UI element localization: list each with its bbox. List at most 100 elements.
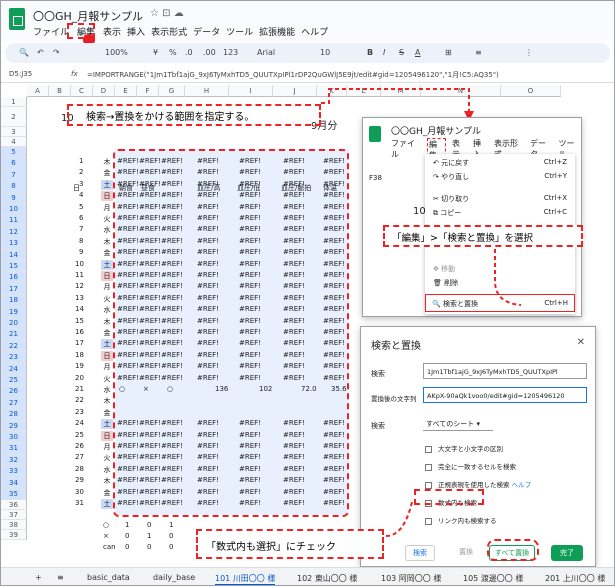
row-header[interactable]: 29 bbox=[1, 420, 27, 432]
tab-103[interactable]: 103 阿岡〇〇 様 bbox=[381, 573, 441, 584]
row-header[interactable]: 22 bbox=[1, 340, 27, 353]
search-menus-icon[interactable]: 🔍 bbox=[19, 48, 29, 57]
doc-title[interactable]: 〇〇GH_月報サンプル bbox=[33, 8, 143, 24]
row-header[interactable]: 4 bbox=[1, 137, 27, 147]
column-header[interactable]: O bbox=[501, 85, 561, 97]
text-color-icon[interactable]: A bbox=[415, 48, 420, 57]
row-header[interactable]: 21 bbox=[1, 329, 27, 341]
column-header[interactable]: D bbox=[93, 85, 115, 97]
row-header[interactable]: 3 bbox=[1, 127, 27, 137]
percent-button[interactable]: % bbox=[169, 48, 177, 57]
replace-input[interactable]: AKpX-90aQk1voo0/edit#gid=1205496120 bbox=[423, 387, 587, 403]
cut-item[interactable]: ✂ 切り取り bbox=[433, 194, 469, 204]
row-header[interactable]: 6 bbox=[1, 158, 27, 170]
row-header[interactable]: 2 bbox=[1, 107, 27, 127]
align-icon[interactable]: ≡ bbox=[475, 48, 482, 57]
menu-format[interactable]: 表示形式 bbox=[151, 25, 187, 38]
row-header[interactable]: 38 bbox=[1, 520, 27, 531]
tab-102[interactable]: 102 東山〇〇 様 bbox=[297, 573, 357, 584]
menu-view[interactable]: 表示 bbox=[103, 25, 121, 38]
row-header[interactable]: 26 bbox=[1, 386, 27, 398]
column-header[interactable]: G bbox=[159, 85, 185, 97]
tab-daily-base[interactable]: daily_base bbox=[153, 573, 195, 582]
replace-button[interactable]: 置換 bbox=[453, 545, 479, 561]
search-input[interactable]: 1Jm1Tbf1ajG_9xJ6TyMxhTD5_QUUTXpIPl bbox=[423, 363, 587, 379]
tab-105[interactable]: 105 渡邊〇〇 様 bbox=[463, 573, 523, 584]
row-header[interactable]: 20 bbox=[1, 318, 27, 330]
all-sheets-icon[interactable]: ≡ bbox=[57, 573, 64, 582]
row-header[interactable]: 32 bbox=[1, 454, 27, 467]
option-search-links[interactable]: リンク内も検索する bbox=[425, 515, 497, 525]
row-header[interactable]: 36 bbox=[1, 500, 27, 511]
column-header[interactable]: E bbox=[115, 85, 137, 97]
row-header[interactable]: 9 bbox=[1, 192, 27, 204]
undo-item[interactable]: ↶ 元に戻す bbox=[433, 158, 469, 168]
delete-item[interactable]: 🗑 削除 bbox=[433, 278, 458, 288]
row-header[interactable]: 12 bbox=[1, 226, 27, 239]
scope-select[interactable]: すべてのシート ▾ bbox=[423, 415, 493, 431]
row-header[interactable]: 27 bbox=[1, 397, 27, 410]
row-header[interactable]: 31 bbox=[1, 443, 27, 455]
more-icon[interactable]: ⋮ bbox=[525, 48, 533, 57]
decrease-decimal-button[interactable]: .0 bbox=[185, 48, 193, 57]
row-header[interactable]: 13 bbox=[1, 238, 27, 250]
currency-button[interactable]: ¥ bbox=[153, 48, 158, 57]
row-header[interactable]: 18 bbox=[1, 295, 27, 307]
row-header[interactable]: 19 bbox=[1, 306, 27, 318]
font-size-input[interactable]: 10 bbox=[320, 48, 330, 57]
column-header[interactable]: H bbox=[185, 85, 229, 97]
undo-icon[interactable]: ↶ bbox=[37, 48, 44, 57]
tab-basic-data[interactable]: basic_data bbox=[87, 573, 130, 582]
number-format-button[interactable]: 123 bbox=[223, 48, 238, 57]
italic-icon[interactable]: I bbox=[383, 48, 385, 57]
popup-menu-file[interactable]: ファイル bbox=[391, 138, 421, 162]
row-header[interactable]: 5 bbox=[1, 147, 27, 159]
column-header[interactable]: A bbox=[27, 85, 49, 97]
menu-tools[interactable]: ツール bbox=[226, 25, 253, 38]
borders-icon[interactable]: ⊞ bbox=[445, 48, 452, 57]
row-header[interactable]: 10 bbox=[1, 204, 27, 216]
row-header[interactable]: 28 bbox=[1, 409, 27, 421]
row-header[interactable]: 37 bbox=[1, 510, 27, 521]
help-link[interactable]: ヘルプ bbox=[512, 481, 532, 489]
menu-file[interactable]: ファイル bbox=[33, 25, 69, 38]
row-header[interactable]: 30 bbox=[1, 432, 27, 444]
row-header[interactable]: 8 bbox=[1, 181, 27, 193]
redo-icon[interactable]: ↷ bbox=[53, 48, 60, 57]
move-item[interactable]: ✥ 移動 bbox=[433, 264, 455, 274]
close-icon[interactable]: ✕ bbox=[577, 337, 585, 348]
redo-item[interactable]: ↷ やり直し bbox=[433, 172, 469, 182]
row-header[interactable]: 24 bbox=[1, 363, 27, 375]
menu-insert[interactable]: 挿入 bbox=[127, 25, 145, 38]
column-header[interactable]: C bbox=[71, 85, 93, 97]
option-exact-match[interactable]: 完全に一致するセルを検索 bbox=[425, 461, 516, 471]
formula-input[interactable]: =IMPORTRANGE("1Jm1Tbf1ajG_9xJ6TyMxhTD5_Q… bbox=[87, 70, 607, 80]
column-header[interactable]: J bbox=[273, 85, 317, 97]
row-header[interactable]: 16 bbox=[1, 272, 27, 284]
row-header[interactable]: 35 bbox=[1, 489, 27, 501]
menu-help[interactable]: ヘルプ bbox=[301, 25, 328, 38]
tab-101[interactable]: 101 川田〇〇 様 bbox=[215, 573, 276, 585]
add-sheet-icon[interactable]: + bbox=[35, 573, 42, 582]
option-match-case[interactable]: 大文字と小文字の区別 bbox=[425, 443, 503, 453]
row-header[interactable]: 23 bbox=[1, 352, 27, 364]
search-button[interactable]: 検索 bbox=[405, 545, 435, 561]
column-header[interactable]: B bbox=[49, 85, 71, 97]
row-header[interactable]: 1 bbox=[1, 97, 27, 107]
row-header[interactable]: 17 bbox=[1, 283, 27, 296]
copy-item[interactable]: ⧉ コピー bbox=[433, 208, 461, 218]
tab-201[interactable]: 201 上川〇〇 様 bbox=[545, 573, 614, 584]
row-header[interactable]: 25 bbox=[1, 375, 27, 387]
row-header[interactable]: 14 bbox=[1, 249, 27, 261]
zoom-select[interactable]: 100% bbox=[105, 48, 128, 57]
row-header[interactable]: 15 bbox=[1, 261, 27, 273]
option-regex[interactable]: 正規表現を使用した検索 ヘルプ bbox=[425, 479, 531, 489]
strikethrough-icon[interactable]: S bbox=[399, 48, 404, 57]
row-header[interactable]: 7 bbox=[1, 169, 27, 182]
font-select[interactable]: Arial bbox=[257, 48, 275, 57]
star-icon[interactable]: ☆ ⊡ ☁ bbox=[150, 8, 184, 19]
menu-extensions[interactable]: 拡張機能 bbox=[259, 25, 295, 38]
increase-decimal-button[interactable]: .00 bbox=[203, 48, 216, 57]
row-header[interactable]: 34 bbox=[1, 477, 27, 489]
menu-data[interactable]: データ bbox=[193, 25, 220, 38]
